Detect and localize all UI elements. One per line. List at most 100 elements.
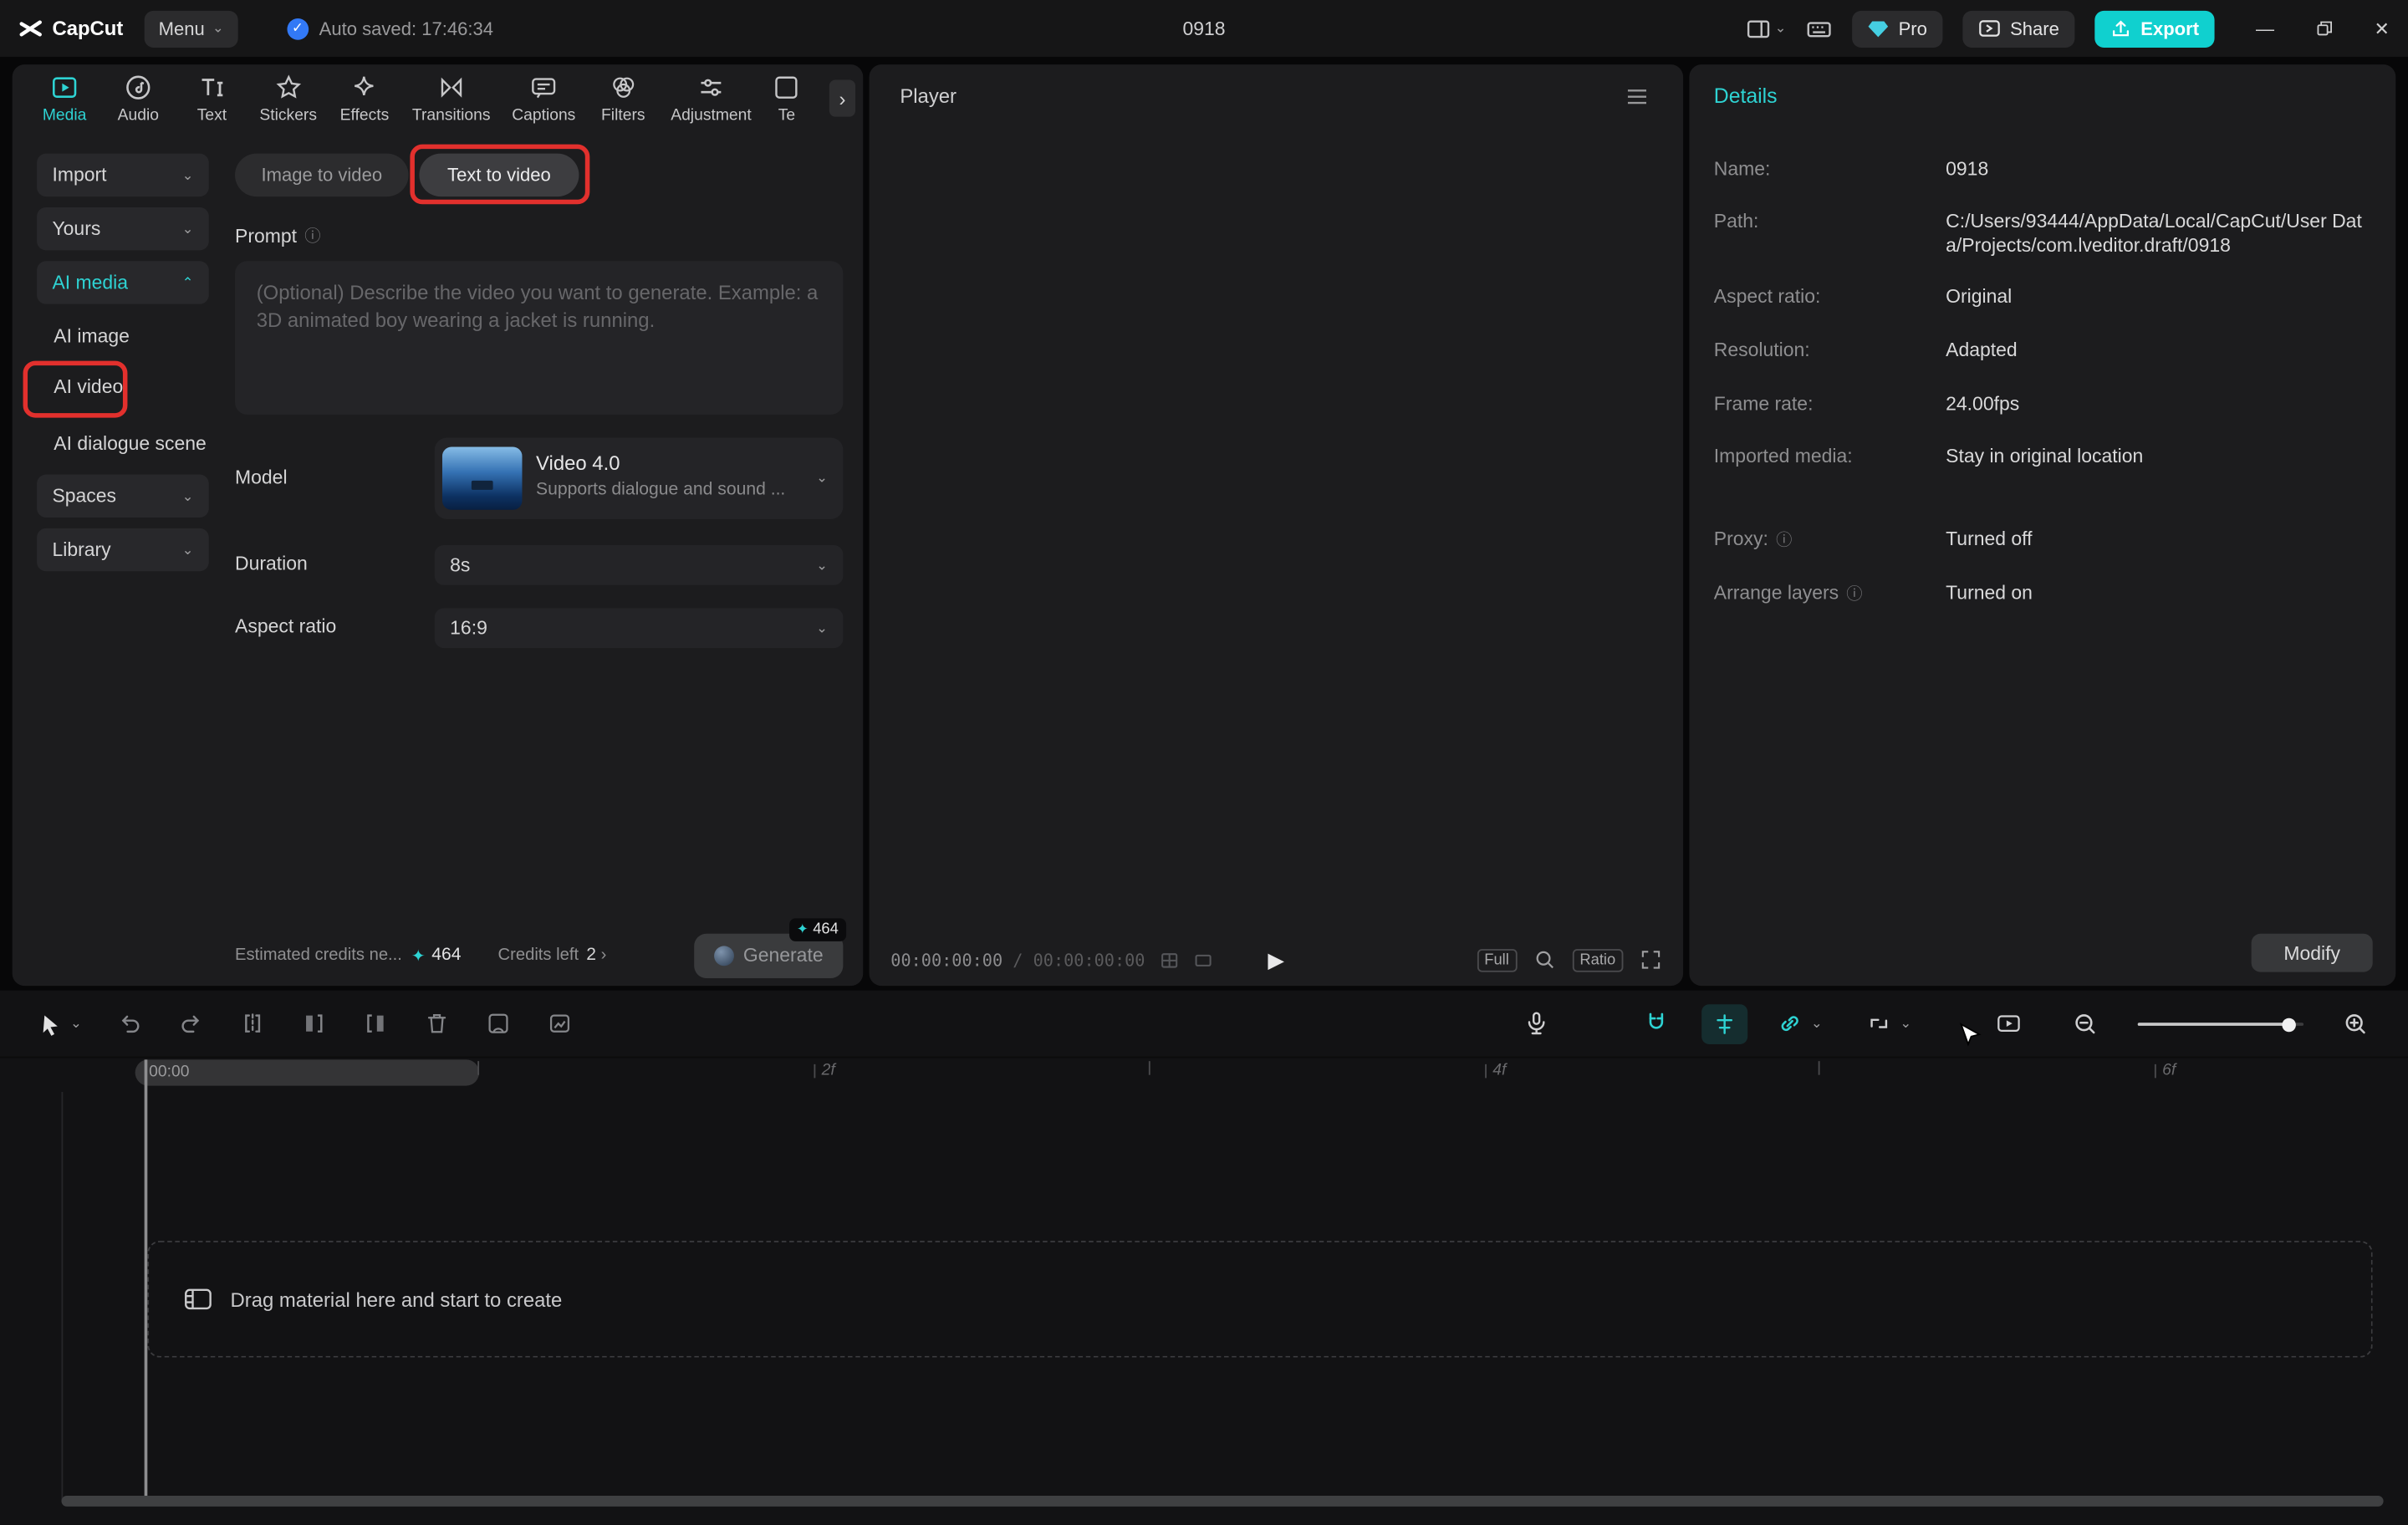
freeze-frame-button[interactable] — [528, 1001, 589, 1047]
delete-button[interactable] — [406, 1001, 467, 1047]
drag-material-icon — [183, 1284, 214, 1315]
fullscreen-icon[interactable] — [1640, 949, 1662, 971]
shortcut-keyboard-icon[interactable] — [1806, 16, 1832, 40]
tabs-overflow-button[interactable]: › — [829, 80, 855, 117]
record-voiceover-button[interactable] — [1505, 1001, 1566, 1047]
display-grid-icon[interactable] — [1159, 950, 1179, 970]
media-panel: Media Audio Text Stickers Effects Transi… — [13, 64, 864, 986]
ruler-tick — [1149, 1061, 1150, 1075]
modify-button[interactable]: Modify — [2252, 934, 2373, 972]
timeline-zoom-slider[interactable] — [2138, 1012, 2303, 1034]
timecode-total: 00:00:00:00 — [1033, 950, 1145, 970]
sidebar-item-import[interactable]: Import⌄ — [37, 154, 209, 196]
delete-right-button[interactable] — [344, 1001, 405, 1047]
detail-row-imported-media: Imported media: Stay in original locatio… — [1714, 446, 2373, 469]
generate-button[interactable]: Generate ✦ 464 — [694, 933, 843, 977]
aspect-ratio-dropdown[interactable]: 16:9 ⌄ — [435, 608, 844, 648]
redo-button[interactable] — [160, 1001, 221, 1047]
mode-text-to-video[interactable]: Text to video — [419, 154, 579, 196]
undo-button[interactable] — [99, 1001, 160, 1047]
mode-image-to-video[interactable]: Image to video — [235, 154, 409, 196]
ruler-tick — [1819, 1061, 1820, 1075]
credits-icon: ✦ — [797, 921, 809, 937]
tab-stickers[interactable]: Stickers — [249, 73, 328, 124]
tab-media[interactable]: Media — [28, 73, 101, 124]
player-menu-icon[interactable] — [1625, 86, 1649, 108]
minimize-button[interactable]: — — [2256, 18, 2274, 39]
autosave-status: ✓ Auto saved: 17:46:34 — [287, 18, 493, 39]
sidebar-item-yours[interactable]: Yours⌄ — [37, 207, 209, 250]
restore-button[interactable] — [2314, 18, 2334, 38]
pro-badge[interactable]: Pro — [1852, 10, 1942, 47]
tab-filters[interactable]: Filters — [586, 73, 660, 124]
select-tool-button[interactable]: ⌄ — [22, 1001, 99, 1047]
media-icon — [51, 73, 79, 100]
timeline-horizontal-scrollbar[interactable] — [61, 1496, 2383, 1507]
timeline-toolbar: ⌄ — [0, 991, 2408, 1058]
tab-captions[interactable]: Captions — [501, 73, 586, 124]
credits-left-value: 2 — [586, 946, 596, 964]
playhead[interactable] — [145, 1059, 147, 1500]
auto-link-toggle[interactable]: ⌄ — [1763, 1001, 1837, 1047]
info-icon[interactable]: ⓘ — [1846, 582, 1862, 605]
tab-templates-clipped[interactable]: Te — [763, 73, 812, 124]
tab-effects[interactable]: Effects — [328, 73, 401, 124]
safe-area-icon[interactable] — [1192, 950, 1212, 970]
play-button[interactable]: ▶ — [1268, 946, 1284, 972]
prompt-input[interactable] — [235, 261, 843, 415]
sidebar-item-library[interactable]: Library⌄ — [37, 528, 209, 571]
snap-magnet-toggle[interactable] — [1625, 1001, 1686, 1047]
credits-left-label: Credits left — [498, 946, 579, 964]
zoom-out-button[interactable] — [2055, 1001, 2116, 1047]
preview-axis-toggle[interactable] — [1701, 1003, 1747, 1043]
detail-row-path: Path: C:/Users/93444/AppData/Local/CapCu… — [1714, 211, 2373, 258]
chevron-down-icon[interactable]: ⌄ — [1811, 1015, 1823, 1032]
sidebar-item-ai-media[interactable]: AI media⌃ — [37, 261, 209, 303]
details-panel: Details Name: 0918 Path: C:/Users/93444/… — [1689, 64, 2395, 986]
timecode-current: 00:00:00:00 — [890, 950, 1002, 970]
ruler-tick-4f: 4f — [1485, 1061, 1506, 1079]
chevron-down-icon: ⌄ — [182, 541, 194, 558]
sidebar-item-ai-video[interactable]: AI video — [37, 369, 209, 405]
ratio-badge[interactable]: Ratio — [1572, 948, 1623, 972]
sidebar-item-spaces[interactable]: Spaces⌄ — [37, 475, 209, 518]
sidebar-item-ai-dialogue-scene[interactable]: AI dialogue scene — [37, 426, 221, 462]
info-icon[interactable]: ⓘ — [1776, 528, 1792, 552]
share-button[interactable]: Share — [1962, 10, 2074, 47]
model-dropdown[interactable]: Video 4.0 Supports dialogue and sound ..… — [435, 437, 844, 518]
tab-transitions[interactable]: Transitions — [401, 73, 501, 124]
tab-adjustment[interactable]: Adjustment — [660, 73, 762, 124]
captions-icon — [530, 73, 558, 100]
chevron-down-icon[interactable]: ⌄ — [1900, 1015, 1911, 1032]
ruler-start-label: 00:00 — [149, 1063, 189, 1081]
delete-left-button[interactable] — [283, 1001, 344, 1047]
templates-icon — [773, 73, 800, 100]
zoom-fit-icon[interactable] — [1533, 949, 1555, 971]
zoom-in-button[interactable] — [2325, 1001, 2386, 1047]
sidebar-item-ai-image[interactable]: AI image — [37, 318, 209, 354]
export-button[interactable]: Export — [2094, 10, 2214, 47]
menu-button[interactable]: Menu⌄ — [145, 10, 237, 47]
ruler-tick — [477, 1061, 479, 1075]
chevron-down-icon: ⌄ — [182, 487, 194, 504]
full-quality-badge[interactable]: Full — [1477, 948, 1517, 972]
zoom-slider-handle[interactable] — [2283, 1018, 2297, 1032]
text-icon — [198, 73, 226, 100]
track-mode-button[interactable]: ⌄ — [1852, 1001, 1926, 1047]
tab-text[interactable]: Text — [175, 73, 248, 124]
detail-row-resolution: Resolution: Adapted — [1714, 339, 2373, 363]
tab-audio[interactable]: Audio — [101, 73, 175, 124]
autosave-check-icon: ✓ — [287, 18, 309, 39]
timeline-region: ⌄ — [0, 991, 2408, 1525]
preview-quality-button[interactable] — [1978, 1001, 2039, 1047]
mask-button[interactable] — [467, 1001, 528, 1047]
chevron-right-icon[interactable]: › — [601, 946, 607, 964]
titlebar: CapCut Menu⌄ ✓ Auto saved: 17:46:34 0918… — [0, 0, 2408, 57]
project-title: 0918 — [1182, 18, 1225, 39]
split-button[interactable] — [221, 1001, 282, 1047]
timeline-drop-zone[interactable]: Drag material here and start to create — [147, 1241, 2372, 1358]
share-icon — [1978, 17, 2002, 40]
layout-switch-icon[interactable]: ⌄ — [1746, 16, 1787, 40]
close-button[interactable]: ✕ — [2374, 18, 2389, 39]
duration-dropdown[interactable]: 8s ⌄ — [435, 545, 844, 585]
